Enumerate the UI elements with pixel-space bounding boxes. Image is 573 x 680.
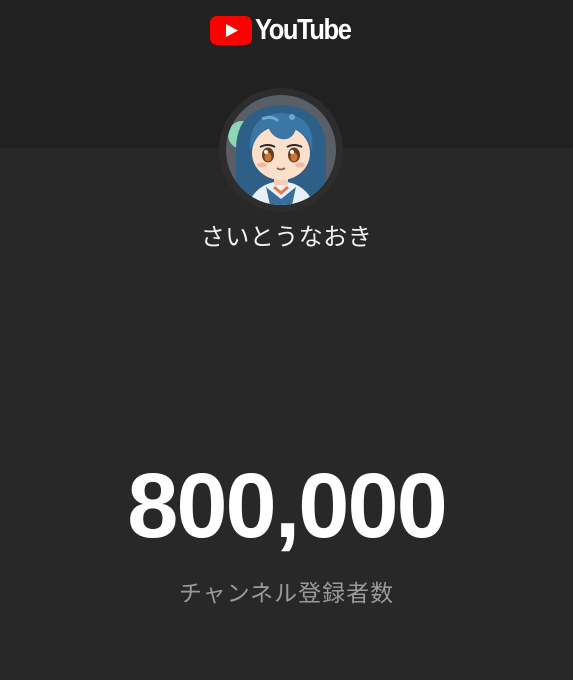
- youtube-wordmark: YouTube: [254, 14, 352, 46]
- youtube-logo[interactable]: YouTube: [0, 16, 573, 45]
- subscriber-count-label: チャンネル登録者数: [178, 581, 395, 607]
- channel-avatar[interactable]: [219, 88, 343, 212]
- channel-avatar-image: [226, 95, 336, 205]
- youtube-play-icon: [209, 16, 252, 45]
- subscriber-count: 800,000: [127, 455, 448, 557]
- channel-name[interactable]: さいとうなおき: [0, 217, 573, 252]
